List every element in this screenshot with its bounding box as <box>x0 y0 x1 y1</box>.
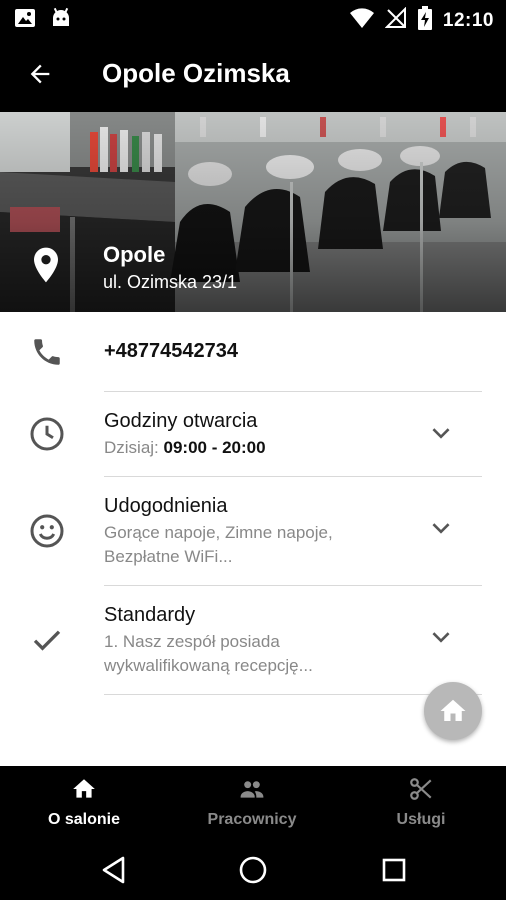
no-signal-icon <box>384 6 407 34</box>
image-notification-icon <box>14 7 36 34</box>
nav-tab-label: Usługi <box>396 811 446 828</box>
salon-address: ul. Ozimska 23/1 <box>103 272 238 292</box>
status-time: 12:10 <box>442 9 494 31</box>
amenities-line-2: Bezpłatne WiFi... <box>104 547 233 566</box>
system-navigation-bar <box>0 838 506 900</box>
page-title: Opole Ozimska <box>102 58 290 88</box>
opening-hours-today: Dzisiaj: 09:00 - 20:00 <box>104 436 394 460</box>
phone-icon <box>27 332 67 372</box>
nav-tab-label: Pracownicy <box>207 811 297 828</box>
bottom-navigation: O salonie Pracownicy Usługi <box>0 766 506 838</box>
chevron-down-icon <box>432 632 450 643</box>
expand-hours-button[interactable] <box>426 418 456 448</box>
home-fab-button[interactable] <box>424 682 482 740</box>
app-bar: Opole Ozimska <box>0 36 506 112</box>
circle-home-icon <box>239 856 267 884</box>
system-back-button[interactable] <box>96 852 132 888</box>
clock-icon <box>27 414 67 454</box>
back-button[interactable] <box>22 56 58 92</box>
nav-tab-pracownicy[interactable]: Pracownicy <box>168 766 336 838</box>
smiley-icon <box>27 511 67 551</box>
today-label: Dzisiaj: <box>104 438 164 457</box>
salon-hero-image: Opole ul. Ozimska 23/1 <box>0 112 506 312</box>
battery-charging-icon <box>417 6 433 35</box>
standards-line-2: wykwalifikowaną recepcję... <box>104 656 313 675</box>
arrow-back-icon <box>30 64 50 84</box>
phone-row[interactable] <box>0 312 506 392</box>
standards-title: Standardy <box>104 604 196 626</box>
square-recents-icon <box>382 858 406 882</box>
location-pin-icon <box>30 246 62 289</box>
salon-city: Opole <box>103 242 166 267</box>
amenities-title: Udogodnienia <box>104 495 228 517</box>
scissors-icon <box>337 776 505 802</box>
expand-amenities-button[interactable] <box>426 513 456 543</box>
opening-hours-title: Godziny otwarcia <box>104 410 258 432</box>
android-notification-icon <box>50 7 72 34</box>
opening-hours-row[interactable]: Godziny otwarcia Dzisiaj: 09:00 - 20:00 <box>0 392 506 476</box>
chevron-down-icon <box>432 523 450 534</box>
standards-line-1: 1. Nasz zespół posiada <box>104 632 280 651</box>
amenities-line-1: Gorące napoje, Zimne napoje, <box>104 523 333 542</box>
nav-tab-o-salonie[interactable]: O salonie <box>0 766 168 838</box>
home-icon <box>440 699 466 721</box>
divider <box>104 694 482 695</box>
nav-tab-label: O salonie <box>47 811 121 828</box>
status-bar: 12:10 <box>0 0 506 36</box>
people-icon <box>168 776 336 802</box>
today-hours: 09:00 - 20:00 <box>163 438 266 457</box>
checkmark-icon <box>27 620 67 660</box>
expand-standards-button[interactable] <box>426 622 456 652</box>
triangle-back-icon <box>102 856 125 884</box>
amenities-row[interactable]: Udogodnienia Gorące napoje, Zimne napoje… <box>0 477 506 585</box>
chevron-down-icon <box>432 428 450 439</box>
phone-number[interactable]: +48774542734 <box>104 340 238 363</box>
home-icon <box>0 776 168 802</box>
wifi-icon <box>349 7 375 34</box>
system-recents-button[interactable] <box>376 852 412 888</box>
standards-row[interactable]: Standardy 1. Nasz zespół posiada wykwali… <box>0 586 506 694</box>
nav-tab-uslugi[interactable]: Usługi <box>337 766 505 838</box>
system-home-button[interactable] <box>235 852 271 888</box>
